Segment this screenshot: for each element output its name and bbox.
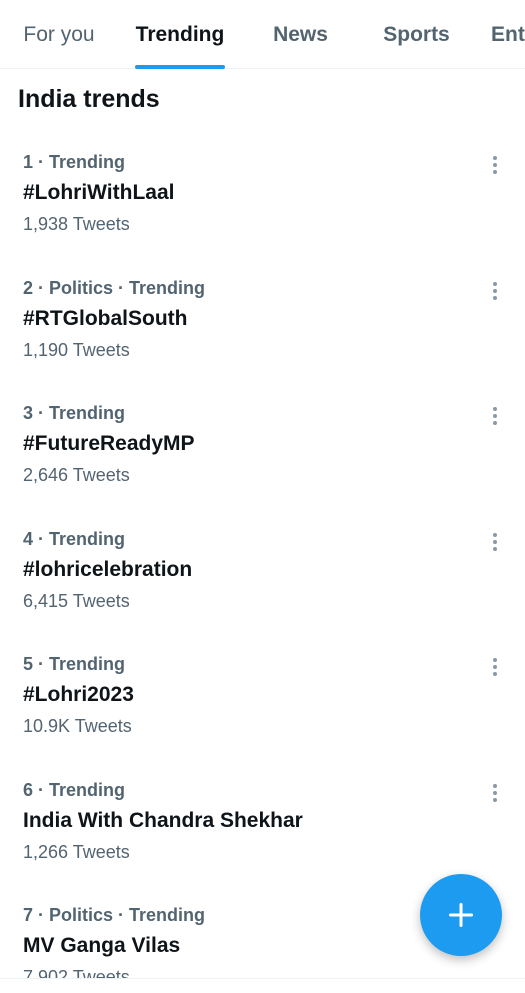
trend-count: 6,415 Tweets	[23, 590, 130, 611]
trend-item[interactable]: 5 · Trending #Lohri2023 10.9K Tweets	[0, 644, 525, 770]
trend-count: 2,646 Tweets	[23, 465, 130, 485]
more-vertical-icon[interactable]	[486, 280, 504, 302]
trend-item[interactable]: 1 · Trending #LohriWithLaal 1,938 Tweets	[0, 142, 525, 268]
tab-label: Sports	[383, 22, 450, 46]
trend-name: #Lohri2023	[23, 683, 134, 706]
tab-label: Trending	[135, 22, 225, 46]
more-vertical-icon[interactable]	[486, 531, 504, 553]
trend-name: MV Ganga Vilas	[23, 934, 181, 957]
bottom-edge	[0, 978, 525, 993]
trend-meta: 2 · Politics · Trending	[23, 277, 206, 298]
trend-item[interactable]: 4 · Trending #lohricelebration 6,415 Twe…	[0, 519, 525, 645]
trend-meta: 6 · Trending	[23, 779, 126, 800]
tab-label: News	[273, 22, 328, 46]
more-vertical-icon[interactable]	[486, 782, 504, 804]
trend-name: #LohriWithLaal	[23, 181, 175, 204]
trend-name: #RTGlobalSouth	[23, 306, 188, 330]
trend-meta: 3 · Trending	[23, 403, 126, 423]
tab-trending[interactable]: Trending	[133, 0, 227, 69]
tab-news[interactable]: News	[268, 0, 333, 69]
trend-meta: 7 · Politics · Trending	[23, 905, 206, 925]
trend-meta: 5 · Trending	[23, 654, 126, 674]
trend-count: 1,266 Tweets	[23, 841, 130, 862]
tab-entertainment[interactable]: Ent	[491, 0, 525, 69]
trend-list: 1 · Trending #LohriWithLaal 1,938 Tweets…	[0, 142, 525, 993]
more-vertical-icon[interactable]	[486, 656, 504, 678]
plus-icon	[449, 903, 473, 927]
trend-count: 10.9K Tweets	[23, 716, 132, 736]
trend-meta: 4 · Trending	[23, 528, 126, 549]
tab-label: For you	[23, 22, 95, 46]
trend-name: #lohricelebration	[23, 557, 193, 581]
more-vertical-icon[interactable]	[486, 154, 504, 176]
trend-count: 1,938 Tweets	[23, 214, 130, 234]
active-tab-indicator	[135, 65, 225, 69]
app-root: For you Trending News Sports Ent India t…	[0, 0, 525, 993]
compose-tweet-button[interactable]	[420, 874, 502, 956]
trend-name: India With Chandra Shekhar	[23, 808, 303, 832]
trend-item[interactable]: 2 · Politics · Trending #RTGlobalSouth 1…	[0, 268, 525, 394]
tab-label: Ent	[491, 22, 525, 46]
tab-bar: For you Trending News Sports Ent	[0, 0, 525, 69]
trend-name: #FutureReadyMP	[23, 432, 195, 455]
section-title: India trends	[18, 85, 160, 113]
trend-count: 1,190 Tweets	[23, 339, 130, 360]
trend-item[interactable]: 3 · Trending #FutureReadyMP 2,646 Tweets	[0, 393, 525, 519]
more-vertical-icon[interactable]	[486, 405, 504, 427]
tab-for-you[interactable]: For you	[20, 0, 98, 69]
tab-sports[interactable]: Sports	[380, 0, 453, 69]
trend-meta: 1 · Trending	[23, 152, 126, 172]
